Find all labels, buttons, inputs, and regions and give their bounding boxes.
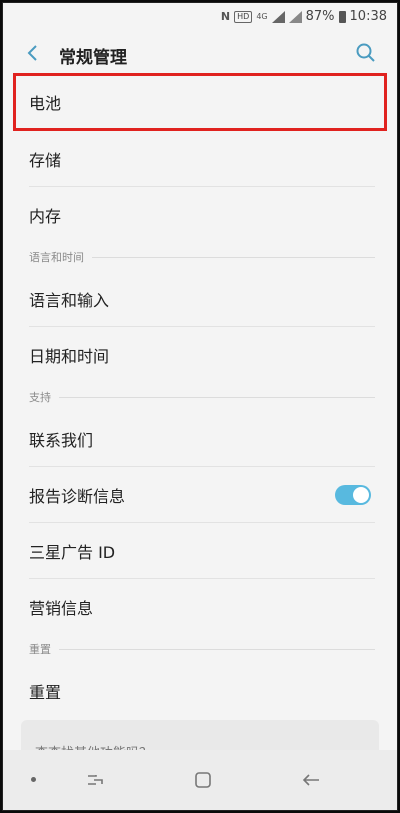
back-nav-button[interactable] [299, 768, 323, 792]
list-item-date-time[interactable]: 日期和时间 [3, 327, 397, 383]
search-icon [356, 43, 375, 62]
list-item-label: 报告诊断信息 [29, 487, 126, 506]
list-item-label: 联系我们 [29, 431, 94, 450]
list-item-reset[interactable]: 重置 [3, 663, 397, 719]
section-divider [59, 648, 375, 650]
list-item-memory[interactable]: 内存 [3, 187, 397, 243]
section-header-support: 支持 [3, 383, 397, 411]
list-item-label: 重置 [29, 683, 62, 702]
recent-apps-icon [88, 775, 103, 785]
diagnostics-toggle[interactable] [335, 485, 371, 505]
section-title: 语言和时间 [29, 251, 84, 264]
toggle-knob [352, 486, 370, 504]
section-header-reset: 重置 [3, 635, 397, 663]
list-item-label: 日期和时间 [29, 347, 110, 366]
list-item-label: 存储 [29, 151, 62, 170]
list-item-marketing-info[interactable]: 营销信息 [3, 579, 397, 635]
battery-percent: 87% [305, 9, 335, 24]
home-button[interactable] [191, 768, 215, 792]
recent-apps-button[interactable] [83, 768, 107, 792]
settings-list: 电池 存储 内存 语言和时间 语言和输入 日期和时间 支持 联系我们 报告诊断信… [3, 73, 397, 760]
clock: 10:38 [349, 9, 387, 24]
nav-dot-indicator [31, 777, 36, 782]
home-icon [195, 772, 211, 788]
app-header: 常规管理 [3, 33, 397, 73]
list-item-battery[interactable]: 电池 [13, 73, 387, 131]
section-divider [59, 396, 375, 398]
list-item-language-input[interactable]: 语言和输入 [3, 271, 397, 327]
signal-icon [271, 10, 285, 23]
list-item-label: 电池 [29, 94, 62, 113]
list-item-label: 三星广告 ID [29, 543, 116, 562]
signal-icon-2 [288, 10, 302, 23]
chevron-left-icon [27, 45, 37, 61]
section-header-language-time: 语言和时间 [3, 243, 397, 271]
back-button[interactable] [21, 41, 45, 65]
back-arrow-icon [302, 774, 319, 786]
navigation-bar [3, 750, 397, 810]
list-item-report-diagnostics[interactable]: 报告诊断信息 [3, 467, 397, 523]
section-divider [92, 256, 375, 258]
list-item-samsung-ad-id[interactable]: 三星广告 ID [3, 523, 397, 579]
list-item-storage[interactable]: 存储 [3, 131, 397, 187]
nfc-icon: N [220, 10, 231, 23]
hd-voice-icon: HD [234, 10, 253, 23]
section-title: 重置 [29, 643, 51, 656]
list-item-label: 语言和输入 [29, 291, 110, 310]
section-title: 支持 [29, 391, 51, 404]
page-title: 常规管理 [59, 48, 127, 68]
list-item-label: 内存 [29, 207, 62, 226]
battery-icon [338, 10, 346, 23]
list-item-contact-us[interactable]: 联系我们 [3, 411, 397, 467]
phone-screen: N HD 4G 87% 10:38 常规管理 电池 存储 内存 语言和时间 语言… [2, 2, 398, 811]
list-item-label: 营销信息 [29, 599, 94, 618]
status-bar: N HD 4G 87% 10:38 [3, 3, 397, 33]
search-button[interactable] [353, 40, 379, 66]
network-type-icon: 4G [256, 12, 268, 21]
